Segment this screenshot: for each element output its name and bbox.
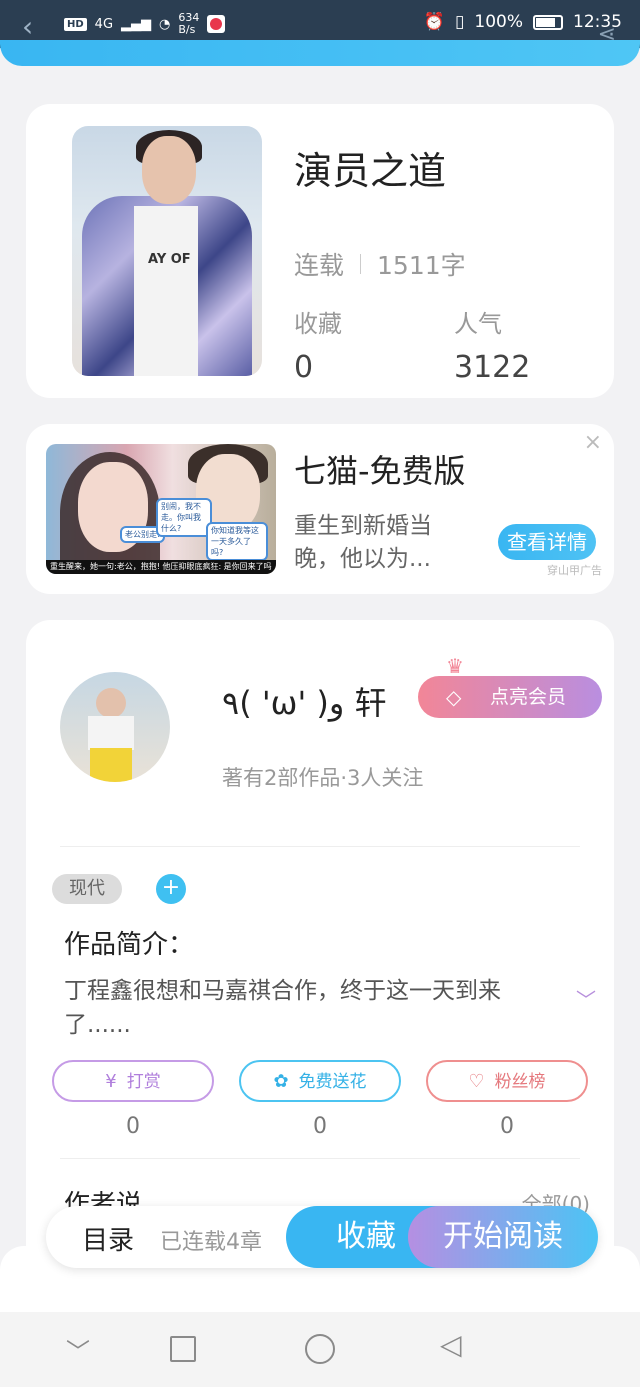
share-icon[interactable]: ⋖ bbox=[598, 22, 616, 47]
ad-image[interactable]: 老公别走! 别闹，我不走。你叫我什么? 你知道我等这一天多久了吗? 重生醒来，她… bbox=[46, 444, 276, 574]
author-summary: 著有2部作品·3人关注 bbox=[222, 766, 424, 790]
app-notification-icon bbox=[207, 15, 226, 33]
hd-badge: HD bbox=[64, 17, 87, 31]
back-arrow-icon[interactable]: ‹ bbox=[22, 10, 33, 43]
word-count: 1511字 bbox=[377, 251, 466, 280]
header-band bbox=[0, 40, 640, 66]
send-flower-button[interactable]: ✿ 免费送花 bbox=[239, 1060, 401, 1102]
fans-count: 0 bbox=[500, 1114, 514, 1139]
signal-icon: ▂▄▆ bbox=[121, 16, 152, 32]
yen-icon: ¥ bbox=[105, 1071, 117, 1092]
ad-title: 七猫-免费版 bbox=[294, 452, 466, 490]
battery-percent: 100% bbox=[474, 12, 523, 32]
ad-caption-strip: 重生醒来，她一句:老公，抱抱! 他压抑眼底疯狂: 是你回来了吗 bbox=[46, 560, 276, 574]
vip-button[interactable]: ◇ 点亮会员 bbox=[418, 676, 602, 718]
divider bbox=[60, 1158, 580, 1159]
flower-label: 免费送花 bbox=[298, 1072, 367, 1092]
alarm-icon: ⏰ bbox=[423, 12, 446, 32]
avatar[interactable] bbox=[60, 672, 170, 782]
status-right: ⏰ ▯ 100% 12:35 bbox=[424, 12, 622, 32]
favorites-value: 0 bbox=[294, 350, 314, 385]
avatar-face bbox=[96, 688, 126, 718]
add-tag-button[interactable]: + bbox=[156, 874, 186, 904]
ad-source: 穿山甲广告 bbox=[547, 564, 602, 577]
cover-face bbox=[142, 136, 196, 204]
book-title: 演员之道 bbox=[294, 149, 447, 193]
system-nav-bar: ﹀ ◁ bbox=[0, 1312, 640, 1387]
avatar-body bbox=[88, 716, 134, 750]
ad-card[interactable]: 老公别走! 别闹，我不走。你叫我什么? 你知道我等这一天多久了吗? 重生醒来，她… bbox=[26, 424, 614, 594]
flower-icon: ✿ bbox=[273, 1071, 289, 1092]
intro-text: 丁程鑫很想和马嘉祺合作，终于这一天到来了...... bbox=[64, 978, 501, 1038]
intro-title: 作品简介： bbox=[64, 930, 195, 960]
tip-label: 打赏 bbox=[126, 1072, 161, 1092]
fans-ranking-button[interactable]: ♡ 粉丝榜 bbox=[426, 1060, 588, 1102]
flower-count: 0 bbox=[313, 1114, 327, 1139]
divider bbox=[60, 846, 580, 847]
fans-label: 粉丝榜 bbox=[494, 1072, 546, 1092]
speed-unit: B/s bbox=[178, 23, 196, 36]
tip-count: 0 bbox=[126, 1114, 140, 1139]
ad-description: 重生到新婚当晚，他以为... bbox=[294, 513, 432, 572]
ad-bubble-2: 别闹，我不走。你叫我什么? bbox=[156, 498, 212, 537]
battery-icon bbox=[533, 14, 563, 30]
crown-icon: ♛ bbox=[446, 654, 464, 678]
genre-tag[interactable]: 现代 bbox=[52, 874, 122, 904]
book-info-card: AY OF 演员之道 连载 1511字 收藏 人气 0 3122 bbox=[26, 104, 614, 398]
cover-shirt bbox=[134, 206, 198, 376]
popularity-label: 人气 bbox=[454, 310, 502, 338]
bottom-action-bar: 目录 已连载4章 收藏 开始阅读 bbox=[46, 1206, 598, 1268]
book-meta: 连载 1511字 bbox=[294, 246, 466, 282]
network-label: 4G bbox=[94, 16, 114, 32]
recent-apps-icon[interactable] bbox=[170, 1336, 196, 1362]
vibrate-icon: ▯ bbox=[455, 12, 465, 32]
chapter-count: 已连载4章 bbox=[160, 1230, 262, 1255]
book-status: 连载 bbox=[294, 251, 345, 280]
wifi-icon: ◔ bbox=[159, 16, 171, 32]
tip-button[interactable]: ¥ 打赏 bbox=[52, 1060, 214, 1102]
avatar-pants bbox=[90, 748, 132, 782]
diamond-icon: ◇ bbox=[446, 685, 462, 709]
start-reading-button[interactable]: 开始阅读 bbox=[408, 1206, 598, 1268]
close-icon[interactable]: × bbox=[584, 430, 602, 455]
popularity-value: 3122 bbox=[454, 350, 531, 385]
home-icon[interactable] bbox=[305, 1334, 335, 1364]
toc-button[interactable]: 目录 bbox=[82, 1220, 134, 1257]
ad-details-button[interactable]: 查看详情 bbox=[498, 524, 596, 560]
chevron-down-icon[interactable]: ﹀ bbox=[66, 1332, 90, 1367]
author-name[interactable]: ٩( 'ω' )و 轩 bbox=[222, 678, 387, 724]
user-heart-icon: ♡ bbox=[468, 1071, 485, 1092]
book-cover[interactable]: AY OF bbox=[72, 126, 262, 376]
chevron-down-icon[interactable]: ﹀ bbox=[576, 984, 596, 1013]
back-triangle-icon[interactable]: ◁ bbox=[440, 1328, 462, 1361]
status-left: HD 4G ▂▄▆ ◔ 634 B/s bbox=[64, 12, 226, 36]
meta-divider bbox=[360, 254, 362, 274]
ad-bubble-3: 你知道我等这一天多久了吗? bbox=[206, 522, 268, 561]
network-speed: 634 B/s bbox=[178, 12, 199, 36]
vip-button-label: 点亮会员 bbox=[490, 686, 567, 708]
favorites-label: 收藏 bbox=[294, 310, 342, 338]
cover-shirt-text: AY OF bbox=[148, 252, 191, 267]
